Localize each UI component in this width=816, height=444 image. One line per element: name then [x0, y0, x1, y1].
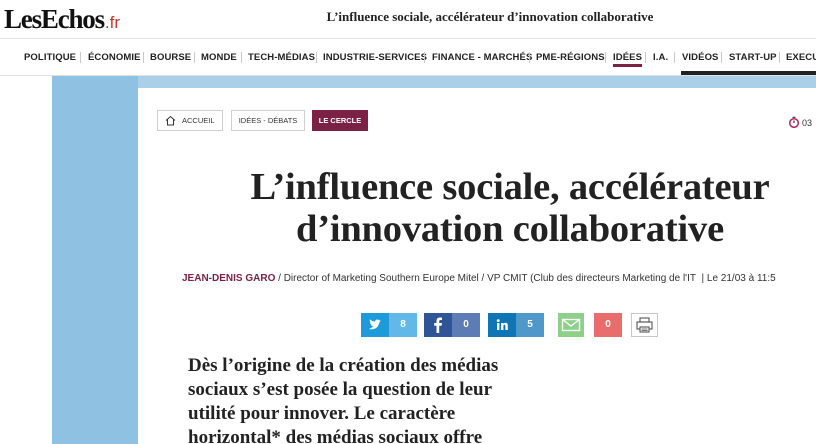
- author-name[interactable]: JEAN-DENIS GARO: [182, 273, 275, 284]
- nav-item-bourse[interactable]: BOURSE: [150, 52, 191, 63]
- breadcrumb-home[interactable]: ACCUEIL: [157, 110, 223, 131]
- nav-divider: [721, 52, 722, 63]
- lead-line: sociaux s’est posée la question de leur: [188, 379, 492, 400]
- nav-divider: [143, 52, 144, 63]
- linkedin-share-button[interactable]: 5: [488, 313, 545, 337]
- nav-divider: [80, 52, 81, 63]
- nav-divider: [241, 52, 242, 63]
- nav-item-start-up[interactable]: START-UP: [729, 52, 777, 63]
- site-header: LesEchos.fr L’influence sociale, accélér…: [0, 0, 816, 38]
- twitter-icon: [369, 319, 381, 330]
- nav-item-videos[interactable]: VIDÉOS: [682, 52, 719, 63]
- headline-line: L’influence sociale, accélérateur: [250, 166, 770, 208]
- nav-divider: [645, 52, 646, 63]
- print-button[interactable]: [631, 313, 658, 337]
- linkedin-icon-box: [488, 313, 516, 337]
- printer-icon: [636, 317, 653, 333]
- header-article-title: L’influence sociale, accélérateur d’inno…: [326, 9, 654, 24]
- nav-divider: [779, 52, 780, 63]
- breadcrumb-section[interactable]: IDÉES - DÉBATS: [231, 110, 305, 131]
- article-byline: JEAN-DENIS GARO / Director of Marketing …: [182, 273, 776, 284]
- nav-item-industrie-services[interactable]: INDUSTRIE-SERVICES: [323, 52, 427, 63]
- linkedin-icon: [496, 319, 508, 330]
- site-logo[interactable]: LesEchos.fr: [4, 4, 120, 38]
- nav-item-pme-regions[interactable]: PME-RÉGIONS: [536, 52, 605, 63]
- stopwatch-icon: [788, 116, 800, 129]
- linkedin-count: 5: [516, 313, 544, 337]
- nav-item-execu[interactable]: EXECU: [786, 52, 816, 63]
- nav-divider: [194, 52, 195, 63]
- main-nav: POLITIQUE ÉCONOMIE BOURSE MONDE TECH-MÉD…: [0, 38, 816, 76]
- author-role: / Director of Marketing Southern Europe …: [275, 273, 696, 284]
- email-share-button[interactable]: [558, 313, 584, 337]
- nav-item-idees[interactable]: IDÉES: [613, 52, 643, 67]
- nav-item-monde[interactable]: MONDE: [201, 52, 237, 63]
- article-headline: L’influence sociale, accélérateur d’inno…: [150, 166, 816, 250]
- twitter-icon-box: [361, 313, 389, 337]
- lead-line: utilité pour innover. Le caractère: [188, 403, 456, 424]
- facebook-icon-box: [424, 313, 452, 337]
- logo-suffix: .fr: [104, 13, 121, 32]
- page-background-left: [52, 76, 138, 444]
- nav-divider: [424, 52, 425, 63]
- breadcrumb-home-label: ACCUEIL: [182, 116, 215, 125]
- nav-item-finance-marches[interactable]: FINANCE - MARCHÉS: [432, 52, 532, 63]
- nav-item-economie[interactable]: ÉCONOMIE: [88, 52, 141, 63]
- breadcrumb-current[interactable]: LE CERCLE: [312, 110, 368, 131]
- pinterest-share-button[interactable]: 0: [594, 313, 622, 337]
- twitter-share-button[interactable]: 8: [361, 313, 418, 337]
- facebook-count: 0: [452, 313, 480, 337]
- reading-time: 03: [788, 116, 813, 129]
- logo-text: LesEchos: [4, 4, 105, 34]
- nav-item-tech-medias[interactable]: TECH-MÉDIAS: [248, 52, 315, 63]
- headline-line: d’innovation collaborative: [296, 208, 724, 250]
- nav-divider: [529, 52, 530, 63]
- facebook-share-button[interactable]: 0: [424, 313, 481, 337]
- nav-item-politique[interactable]: POLITIQUE: [24, 52, 76, 63]
- reading-time-value: 03: [802, 118, 813, 128]
- publish-date: | Le 21/03 à 11:5: [701, 273, 776, 284]
- nav-divider: [316, 52, 317, 63]
- lead-line: horizontal* des médias sociaux offre: [188, 427, 483, 444]
- facebook-icon: [434, 317, 442, 333]
- article-lead: Dès l’origine de la création des médias …: [188, 354, 568, 444]
- twitter-count: 8: [389, 313, 417, 337]
- home-icon: [165, 115, 176, 126]
- nav-item-ia[interactable]: I.A.: [653, 52, 668, 63]
- nav-divider: [605, 52, 606, 63]
- lead-line: Dès l’origine de la création des médias: [188, 355, 499, 376]
- mail-icon: [561, 318, 581, 332]
- nav-divider: [674, 52, 675, 63]
